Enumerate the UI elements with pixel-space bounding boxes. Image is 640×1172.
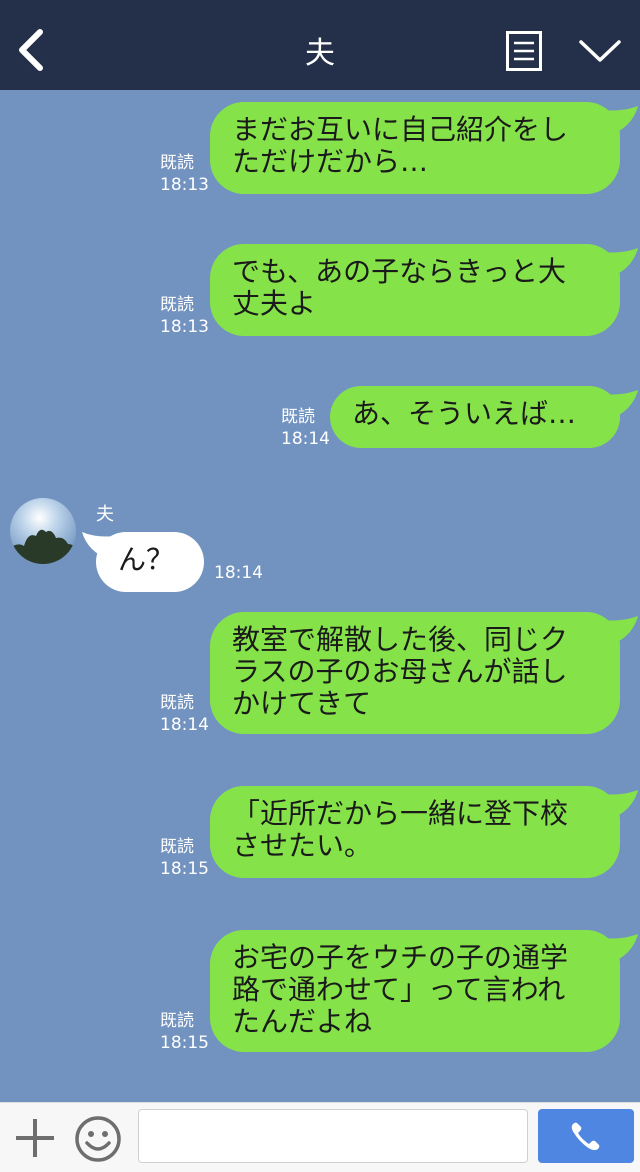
smile-icon[interactable] bbox=[74, 1115, 122, 1163]
read-receipt: 既読 18:13 bbox=[160, 294, 209, 338]
call-button[interactable] bbox=[538, 1109, 634, 1163]
read-label: 既読 bbox=[160, 837, 194, 857]
message-text-line: あ、そういえば… bbox=[352, 397, 577, 430]
read-receipt: 既読 18:14 bbox=[160, 692, 209, 736]
read-label: 既読 bbox=[160, 1011, 194, 1031]
message-time: 18:13 bbox=[160, 317, 209, 337]
message-text-line: 「近所だから一緒に登下校 bbox=[232, 797, 569, 830]
bubble-tail-icon bbox=[602, 790, 638, 820]
read-receipt: 既読 18:15 bbox=[160, 836, 209, 880]
read-receipt: 既読 18:13 bbox=[160, 152, 209, 196]
message-list[interactable]: まだお互いに自己紹介をし ただけだから… 既読 18:13 でも、あの子ならきっ… bbox=[0, 90, 640, 1102]
outgoing-message-bubble[interactable]: まだお互いに自己紹介をし ただけだから… bbox=[210, 102, 638, 194]
message-time: 18:15 bbox=[160, 859, 209, 879]
phone-icon bbox=[571, 1122, 600, 1151]
message-time: 18:14 bbox=[160, 715, 209, 735]
chat-header: 夫 bbox=[0, 0, 640, 90]
message-text-line: たんだよね bbox=[232, 1005, 373, 1038]
message-text-line: まだお互いに自己紹介をし bbox=[232, 113, 569, 146]
bubble-tail-icon bbox=[602, 390, 638, 420]
bubble-tail-icon bbox=[602, 616, 638, 646]
bubble-tail-icon bbox=[82, 532, 116, 560]
chat-title: 夫 bbox=[305, 36, 335, 71]
message-time: 18:14 bbox=[281, 429, 330, 449]
outgoing-message-bubble[interactable]: あ、そういえば… bbox=[330, 386, 638, 448]
outgoing-message-bubble[interactable]: お宅の子をウチの子の通学 路で通わせて」って言われ たんだよね bbox=[210, 930, 638, 1052]
bubble-tail-icon bbox=[602, 248, 638, 278]
read-receipt: 既読 18:15 bbox=[160, 1010, 209, 1054]
message-input-bar bbox=[0, 1102, 640, 1172]
message-text-line: お宅の子をウチの子の通学 bbox=[232, 941, 569, 974]
message-text-line: でも、あの子ならきっと大 bbox=[232, 255, 567, 288]
read-receipt: 既読 18:14 bbox=[281, 406, 330, 450]
read-label: 既読 bbox=[281, 407, 315, 427]
menu-list-icon[interactable] bbox=[506, 31, 542, 71]
outgoing-message-bubble[interactable]: でも、あの子ならきっと大 丈夫よ bbox=[210, 244, 638, 336]
chevron-down-icon[interactable] bbox=[578, 36, 622, 66]
plus-icon[interactable] bbox=[14, 1117, 56, 1159]
bubble-tail-icon bbox=[602, 106, 638, 136]
message-text-line: ただけだから… bbox=[232, 145, 429, 178]
message-text-line: ラスの子のお母さんが話し bbox=[232, 655, 568, 688]
incoming-message-bubble[interactable]: ん？ bbox=[82, 532, 204, 592]
message-text-line: かけてきて bbox=[232, 687, 372, 720]
outgoing-message-bubble[interactable]: 「近所だから一緒に登下校 させたい。 bbox=[210, 786, 638, 878]
avatar-image bbox=[10, 498, 76, 564]
read-label: 既読 bbox=[160, 295, 194, 315]
message-text-line: 路で通わせて」って言われ bbox=[232, 973, 566, 1006]
outgoing-message-bubble[interactable]: 教室で解散した後、同じク ラスの子のお母さんが話し かけてきて bbox=[210, 612, 638, 734]
avatar[interactable] bbox=[10, 498, 76, 564]
message-input[interactable] bbox=[138, 1109, 528, 1163]
message-time: 18:13 bbox=[160, 175, 209, 195]
message-text-line: させたい。 bbox=[232, 829, 373, 862]
message-time: 18:15 bbox=[160, 1033, 209, 1053]
read-label: 既読 bbox=[160, 153, 194, 173]
message-text-line: 教室で解散した後、同じク bbox=[232, 623, 569, 656]
message-text-line: 丈夫よ bbox=[232, 287, 317, 320]
message-text-line: ん？ bbox=[118, 543, 175, 576]
read-label: 既読 bbox=[160, 693, 194, 713]
message-time: 18:14 bbox=[214, 563, 263, 583]
sender-name: 夫 bbox=[96, 504, 114, 525]
bubble-tail-icon bbox=[602, 934, 638, 964]
